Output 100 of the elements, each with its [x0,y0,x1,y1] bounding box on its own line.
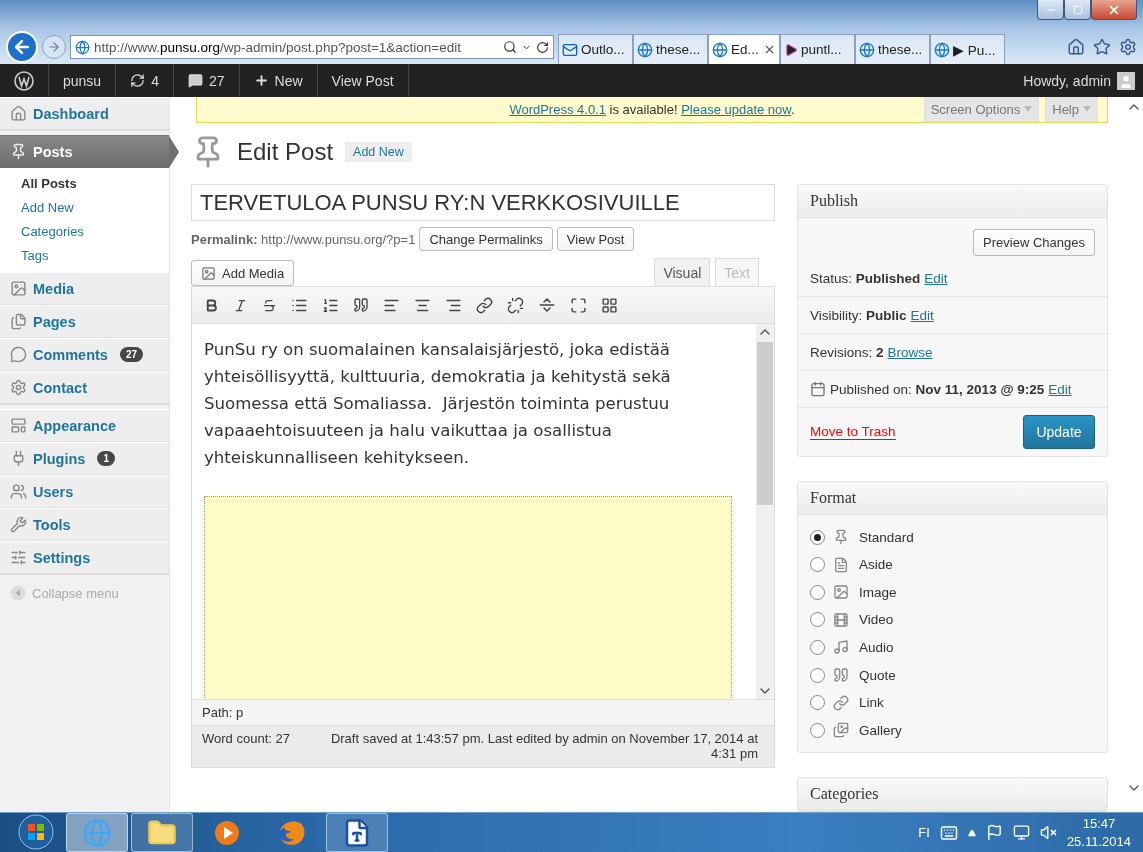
edit-link[interactable]: Edit [924,270,948,286]
globe-icon [712,41,728,58]
format-label[interactable]: Video [859,612,894,628]
menu-item[interactable]: Pages [0,305,169,338]
page-title: Edit Post [237,138,334,167]
menu-item[interactable]: Users [0,475,169,508]
link-icon[interactable] [476,296,493,314]
radio-button[interactable] [810,639,825,655]
browser-tab[interactable]: ▶ Pu... [930,34,1005,64]
note-icon [833,556,849,573]
address-field[interactable]: http://www.punsu.org/wp-admin/post.php?post=1&action=edit [70,35,554,59]
submenu-item[interactable]: Tags [21,248,169,266]
flag-icon[interactable] [985,824,1003,841]
permalink-button[interactable]: View Post [556,227,635,252]
bold-icon[interactable] [204,297,219,313]
menu-item[interactable]: Comments 27 [0,338,169,371]
search-icon[interactable] [503,40,517,54]
format-label[interactable]: Link [859,695,884,711]
notice-link[interactable]: WordPress 4.0.1 [509,102,606,118]
menu-item[interactable]: Settings [0,541,169,574]
browser-tab[interactable]: puntl... [780,34,855,64]
count-badge: 1 [97,451,115,466]
publish-info: Published on: Nov 11, 2013 @ 9:25 [830,381,1045,397]
radio-button[interactable] [810,722,825,738]
submenu-item[interactable]: All Posts [21,176,169,194]
format-label[interactable]: Audio [859,639,894,655]
permalink-button[interactable]: Change Permalinks [419,227,553,252]
scroll-thumb[interactable] [757,342,773,506]
italic-icon[interactable] [233,297,248,313]
menu-item[interactable]: Dashboard [0,97,169,130]
menu-item[interactable]: Contact [0,371,169,404]
users-icon [10,483,27,500]
screen-meta-tab[interactable]: Screen Options [923,97,1040,122]
language-indicator[interactable]: FI [918,825,930,840]
format-label[interactable]: Standard [859,529,914,545]
menu-item[interactable]: Appearance [0,409,169,442]
numbered-list-icon[interactable] [322,296,339,314]
edit-link[interactable]: Edit [1048,381,1072,397]
format-label[interactable]: Image [859,584,897,600]
editor-tab[interactable]: Visual [654,258,711,287]
network-icon[interactable] [1012,824,1030,841]
browser-tab[interactable]: Outlo... [558,34,633,64]
toolbar-toggle-icon[interactable] [601,296,618,314]
more-tag-icon[interactable] [538,296,556,315]
radio-button[interactable] [810,667,825,683]
refresh-icon[interactable] [536,40,549,54]
add-new-button[interactable]: Add New [345,142,412,163]
screen-meta-tab[interactable]: Help [1045,97,1098,122]
image-icon [201,265,216,281]
editor-scrollbar[interactable] [756,324,774,700]
mute-icon[interactable] [1039,824,1057,841]
radio-button[interactable] [810,557,825,573]
taskbar-app[interactable] [326,813,388,852]
browser-tab[interactable]: these... [633,34,708,64]
update-button[interactable]: Update [1023,415,1095,450]
caret-icon [1024,106,1033,112]
home-icon[interactable] [1067,38,1085,56]
strikethrough-icon[interactable] [262,297,277,313]
submenu-item[interactable]: Add New [21,200,169,218]
unlink-icon[interactable] [507,296,524,314]
radio-button[interactable] [810,584,825,600]
globe-icon [82,817,112,848]
minimize-button[interactable] [1037,0,1064,20]
account-greeting[interactable]: Howdy, admin [1023,72,1111,89]
film-icon [833,611,849,628]
maximize-button[interactable] [1064,0,1091,20]
preview-changes-button[interactable]: Preview Changes [973,229,1095,257]
settings-icon[interactable] [1119,38,1137,56]
keyboard-icon[interactable] [939,823,958,842]
add-media-button[interactable]: Add Media [191,260,295,287]
edit-link[interactable]: Browse [887,344,933,360]
notice-link[interactable]: Please update now [681,102,791,118]
close-button[interactable] [1091,0,1137,20]
format-label[interactable]: Quote [859,667,896,683]
radio-button[interactable] [810,612,825,628]
radio-button[interactable] [810,529,825,545]
move-to-trash-link[interactable]: Move to Trash [810,424,896,441]
taskbar-app[interactable] [131,813,193,852]
browser-tab[interactable]: Ed... [708,34,780,64]
panel-title: Format [798,482,1107,516]
avatar-icon[interactable] [1117,71,1135,90]
close-icon[interactable] [763,43,776,56]
pin-icon [10,143,27,160]
edit-link[interactable]: Edit [910,307,934,323]
tray-arrow-icon[interactable] [967,828,976,837]
submenu-item[interactable]: Categories [21,224,169,242]
menu-item[interactable]: Plugins 1 [0,442,169,475]
format-label[interactable]: Aside [859,557,893,573]
clock[interactable]: 15:47 25.11.2014 [1066,814,1131,851]
title-field[interactable]: TERVETULOA PUNSU RY:N VERKKOSIVUILLE [191,184,775,222]
back-button[interactable] [6,31,38,63]
fullscreen-icon[interactable] [570,296,587,314]
menu-item[interactable]: Tools [0,508,169,541]
menu-item[interactable]: Media [0,272,169,305]
star-icon[interactable] [1093,38,1111,56]
radio-button[interactable] [810,695,825,711]
browser-tab[interactable]: these... [855,34,930,64]
format-label[interactable]: Gallery [859,722,902,738]
count-badge: 27 [119,347,144,362]
quote-icon[interactable] [353,297,369,314]
